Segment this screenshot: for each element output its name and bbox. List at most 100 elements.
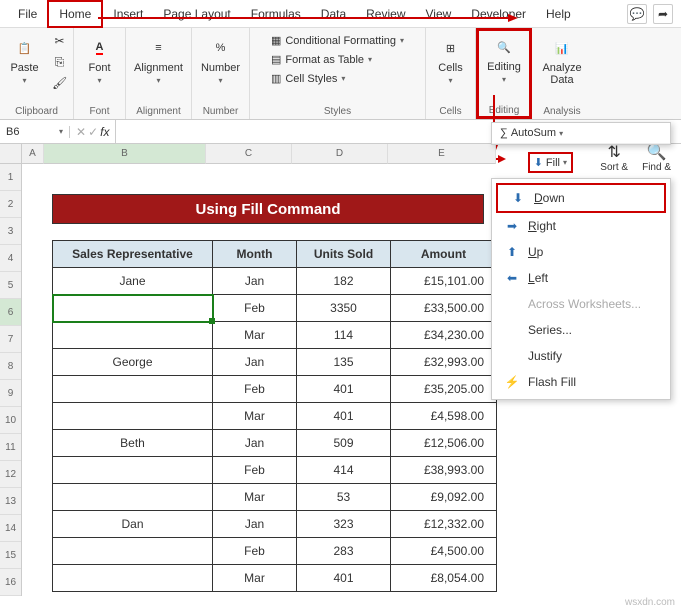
cell[interactable]: Dan <box>53 511 213 538</box>
row-header-10[interactable]: 10 <box>0 407 21 434</box>
row-header-11[interactable]: 11 <box>0 434 21 461</box>
cell[interactable]: £33,500.00 <box>391 295 497 322</box>
fill-up-item[interactable]: ⬆Up <box>492 239 670 265</box>
cell[interactable]: Jan <box>213 430 297 457</box>
row-header-13[interactable]: 13 <box>0 488 21 515</box>
cell[interactable]: 323 <box>297 511 391 538</box>
fx-icon[interactable]: fx <box>100 125 109 139</box>
select-all-corner[interactable] <box>0 144 22 164</box>
autosum-button[interactable]: ∑AutoSum▾ <box>500 127 563 139</box>
tab-view[interactable]: View <box>416 2 462 26</box>
fill-left-item[interactable]: ⬅Left <box>492 265 670 291</box>
comments-icon[interactable]: 💬 <box>627 4 647 24</box>
cell[interactable] <box>53 322 213 349</box>
cell[interactable]: Jan <box>213 268 297 295</box>
table-header[interactable]: Amount <box>391 241 497 268</box>
table-header[interactable]: Sales Representative <box>53 241 213 268</box>
tab-file[interactable]: File <box>8 2 47 26</box>
share-icon[interactable]: ➦ <box>653 4 673 24</box>
paste-button[interactable]: 📋 Paste ▾ <box>4 32 44 89</box>
font-button[interactable]: A Font ▾ <box>82 32 118 89</box>
fill-flash-item[interactable]: ⚡Flash Fill <box>492 369 670 395</box>
editing-button[interactable]: 🔍 Editing ▾ <box>481 31 527 88</box>
format-painter-icon[interactable]: 🖌 <box>51 74 69 92</box>
copy-icon[interactable]: ⎘ <box>51 53 69 71</box>
row-header-4[interactable]: 4 <box>0 245 21 272</box>
row-header-6[interactable]: 6 <box>0 299 21 326</box>
format-as-table-button[interactable]: ▤Format as Table▾ <box>267 51 408 68</box>
cell[interactable]: £4,598.00 <box>391 403 497 430</box>
enter-icon[interactable]: ✓ <box>88 125 98 139</box>
row-header-15[interactable]: 15 <box>0 542 21 569</box>
cell[interactable]: George <box>53 349 213 376</box>
cell[interactable]: 401 <box>297 403 391 430</box>
cell[interactable]: Jan <box>213 511 297 538</box>
cell[interactable]: 114 <box>297 322 391 349</box>
tab-insert[interactable]: Insert <box>103 2 153 26</box>
cell[interactable]: 509 <box>297 430 391 457</box>
cell[interactable]: £35,205.00 <box>391 376 497 403</box>
tab-data[interactable]: Data <box>311 2 356 26</box>
col-header-D[interactable]: D <box>292 144 388 164</box>
cell[interactable]: £32,993.00 <box>391 349 497 376</box>
row-header-7[interactable]: 7 <box>0 326 21 353</box>
cell[interactable] <box>53 565 213 592</box>
col-header-B[interactable]: B <box>44 144 206 164</box>
row-header-12[interactable]: 12 <box>0 461 21 488</box>
cell[interactable]: £8,054.00 <box>391 565 497 592</box>
row-header-16[interactable]: 16 <box>0 569 21 596</box>
cell[interactable] <box>53 538 213 565</box>
cell[interactable]: 3350 <box>297 295 391 322</box>
row-header-2[interactable]: 2 <box>0 191 21 218</box>
tab-home[interactable]: Home <box>47 0 103 28</box>
cell[interactable]: 135 <box>297 349 391 376</box>
cell[interactable]: 283 <box>297 538 391 565</box>
cell[interactable]: £9,092.00 <box>391 484 497 511</box>
cell[interactable]: Beth <box>53 430 213 457</box>
cell[interactable]: Mar <box>213 322 297 349</box>
alignment-button[interactable]: ≡ Alignment ▾ <box>128 32 189 89</box>
row-header-3[interactable]: 3 <box>0 218 21 245</box>
tab-review[interactable]: Review <box>356 2 415 26</box>
col-header-C[interactable]: C <box>206 144 292 164</box>
tab-page-layout[interactable]: Page Layout <box>153 2 240 26</box>
fill-justify-item[interactable]: Justify <box>492 343 670 369</box>
cell[interactable]: Jan <box>213 349 297 376</box>
cell[interactable]: Mar <box>213 403 297 430</box>
cell[interactable]: £34,230.00 <box>391 322 497 349</box>
number-button[interactable]: % Number ▾ <box>195 32 246 89</box>
tab-help[interactable]: Help <box>536 2 581 26</box>
row-header-9[interactable]: 9 <box>0 380 21 407</box>
table-header[interactable]: Month <box>213 241 297 268</box>
cancel-icon[interactable]: ✕ <box>76 125 86 139</box>
table-header[interactable]: Units Sold <box>297 241 391 268</box>
cells-button[interactable]: ⊞ Cells ▾ <box>432 32 468 89</box>
cell[interactable]: Mar <box>213 484 297 511</box>
cut-icon[interactable]: ✂ <box>51 32 69 50</box>
row-header-14[interactable]: 14 <box>0 515 21 542</box>
cell[interactable]: £12,506.00 <box>391 430 497 457</box>
name-box[interactable]: B6▾ <box>0 126 70 138</box>
cell[interactable]: Feb <box>213 457 297 484</box>
cell-styles-button[interactable]: ▥Cell Styles▾ <box>267 70 408 87</box>
analyze-data-button[interactable]: 📊 Analyze Data <box>536 32 587 90</box>
cell[interactable]: 53 <box>297 484 391 511</box>
cell[interactable]: £38,993.00 <box>391 457 497 484</box>
cell[interactable] <box>53 457 213 484</box>
fill-series-item[interactable]: Series... <box>492 317 670 343</box>
cell[interactable] <box>53 403 213 430</box>
cell[interactable]: 414 <box>297 457 391 484</box>
conditional-formatting-button[interactable]: ▦Conditional Formatting▾ <box>267 32 408 49</box>
cell[interactable]: Feb <box>213 538 297 565</box>
cell[interactable]: 401 <box>297 376 391 403</box>
cell[interactable]: £12,332.00 <box>391 511 497 538</box>
col-header-E[interactable]: E <box>388 144 496 164</box>
cell[interactable] <box>53 376 213 403</box>
row-header-1[interactable]: 1 <box>0 164 21 191</box>
cell[interactable]: £4,500.00 <box>391 538 497 565</box>
cell[interactable]: Feb <box>213 376 297 403</box>
cell[interactable]: Mar <box>213 565 297 592</box>
fill-button[interactable]: ⬇Fill▾ <box>528 152 573 173</box>
cell[interactable] <box>53 484 213 511</box>
cell[interactable] <box>53 295 213 322</box>
